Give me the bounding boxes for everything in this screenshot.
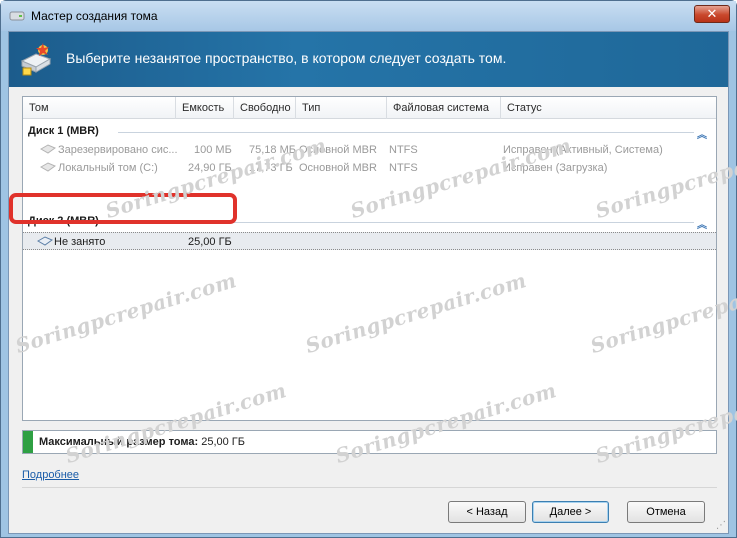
cell-capacity: 24,90 ГБ bbox=[188, 162, 232, 174]
cell-type: Основной MBR bbox=[299, 162, 377, 174]
volume-list[interactable]: Том Емкость Свободно Тип Файловая систем… bbox=[22, 96, 717, 421]
footer-separator bbox=[22, 487, 717, 488]
cell-status: Исправен (Загрузка) bbox=[503, 162, 608, 174]
max-size-label: Максимальный размер тома: 25,00 ГБ bbox=[39, 436, 245, 448]
disk-group-1: Диск 1 (MBR) ︽ bbox=[23, 124, 716, 141]
volume-row-unallocated[interactable]: Не занято 25,00 ГБ bbox=[23, 232, 716, 250]
more-info-link[interactable]: Подробнее bbox=[22, 469, 79, 481]
wizard-header: Выберите незанятое пространство, в котор… bbox=[9, 32, 728, 87]
cell-type: Основной MBR bbox=[299, 144, 377, 156]
column-free[interactable]: Свободно bbox=[234, 97, 296, 119]
max-size-caption: Максимальный размер тома: bbox=[39, 436, 199, 448]
volume-wizard-window: Мастер создания тома ✕ Выберите незанято… bbox=[0, 0, 737, 538]
resize-grip-icon[interactable]: ⋰ bbox=[716, 520, 726, 531]
column-status[interactable]: Статус bbox=[501, 97, 716, 119]
cancel-button[interactable]: Отмена bbox=[627, 501, 705, 523]
collapse-chevron-icon[interactable]: ︽ bbox=[697, 216, 707, 231]
new-volume-icon bbox=[20, 43, 52, 76]
next-button[interactable]: Далее > bbox=[532, 501, 609, 523]
volume-icon bbox=[40, 162, 56, 172]
window-title: Мастер создания тома bbox=[31, 9, 158, 23]
disk-group-title: Диск 1 (MBR) bbox=[28, 125, 99, 137]
cell-volume: Зарезервировано сис... bbox=[58, 144, 178, 156]
max-volume-size-bar: Максимальный размер тома: 25,00 ГБ bbox=[22, 430, 717, 454]
back-button[interactable]: < Назад bbox=[448, 501, 526, 523]
cell-free: 75,18 МБ bbox=[249, 144, 296, 156]
wizard-client-area: Выберите незанятое пространство, в котор… bbox=[8, 31, 729, 534]
cell-filesystem: NTFS bbox=[389, 162, 418, 174]
size-indicator bbox=[23, 431, 33, 453]
cell-filesystem: NTFS bbox=[389, 144, 418, 156]
cell-status: Исправен (Активный, Система) bbox=[503, 144, 663, 156]
title-bar[interactable]: Мастер создания тома ✕ bbox=[1, 1, 736, 31]
disk-icon bbox=[9, 11, 25, 21]
group-divider bbox=[118, 132, 694, 133]
cell-volume: Локальный том (C:) bbox=[58, 162, 158, 174]
column-volume[interactable]: Том bbox=[23, 97, 176, 119]
wizard-instruction: Выберите незанятое пространство, в котор… bbox=[66, 50, 507, 66]
close-button[interactable]: ✕ bbox=[694, 5, 730, 23]
collapse-chevron-icon[interactable]: ︽ bbox=[697, 126, 707, 141]
column-header: Том Емкость Свободно Тип Файловая систем… bbox=[23, 97, 716, 119]
volume-icon bbox=[40, 144, 56, 154]
column-capacity[interactable]: Емкость bbox=[176, 97, 234, 119]
volume-row-reserved: Зарезервировано сис... 100 МБ 75,18 МБ О… bbox=[23, 141, 716, 159]
volume-row-local-c: Локальный том (C:) 24,90 ГБ 17,73 ГБ Осн… bbox=[23, 159, 716, 177]
unallocated-volume-icon bbox=[37, 236, 53, 246]
cell-free: 17,73 ГБ bbox=[249, 162, 293, 174]
cell-capacity: 25,00 ГБ bbox=[188, 236, 232, 248]
cell-capacity: 100 МБ bbox=[194, 144, 232, 156]
column-filesystem[interactable]: Файловая система bbox=[387, 97, 501, 119]
column-type[interactable]: Тип bbox=[296, 97, 387, 119]
selection-highlight-annotation bbox=[9, 193, 237, 224]
cell-volume: Не занято bbox=[54, 236, 106, 248]
max-size-value: 25,00 ГБ bbox=[201, 436, 245, 448]
